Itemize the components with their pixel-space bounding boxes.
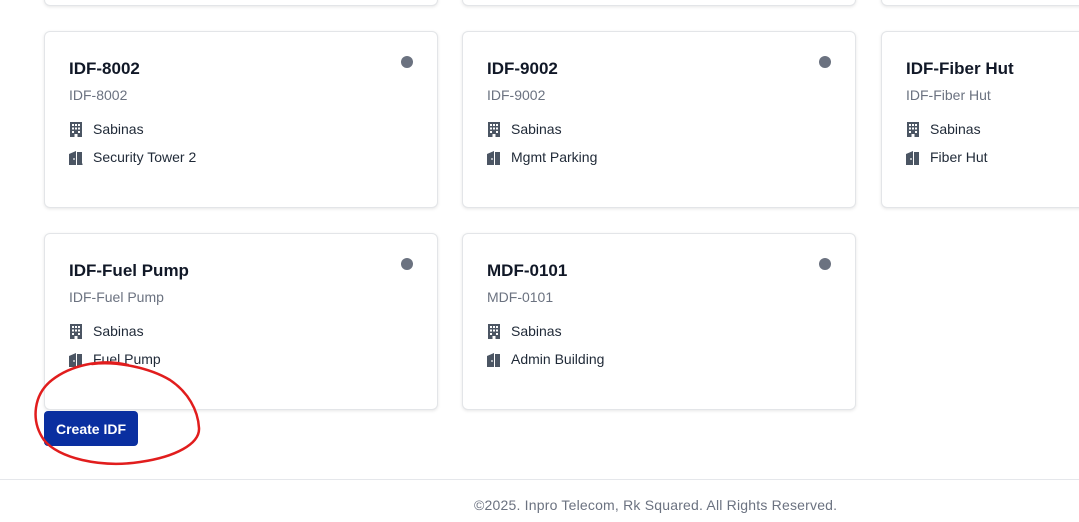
idf-card-location-label: Fuel Pump [93, 351, 161, 367]
idf-card-subtitle: IDF-Fiber Hut [906, 87, 991, 103]
idf-card-location: Mgmt Parking [487, 149, 597, 165]
idf-card-title: IDF-Fuel Pump [69, 261, 189, 280]
footer-divider [0, 479, 1079, 480]
idf-card-location: Fuel Pump [69, 351, 161, 367]
idf-card-location-label: Fiber Hut [930, 149, 988, 165]
door-icon [69, 352, 82, 367]
door-icon [69, 150, 83, 165]
idf-card-partial[interactable] [881, 0, 1079, 6]
idf-card-partial[interactable] [44, 0, 438, 6]
idf-card-site: Sabinas [487, 121, 562, 137]
idf-card-site-label: Sabinas [930, 121, 981, 137]
idf-card-site-label: Sabinas [93, 121, 144, 137]
idf-card-location: Security Tower 2 [69, 149, 196, 165]
idf-card-site-label: Sabinas [93, 323, 144, 339]
door-icon [906, 150, 919, 165]
idf-card-site: Sabinas [906, 121, 981, 137]
idf-card[interactable]: MDF-0101 MDF-0101 Sabinas Admin Building [462, 233, 856, 410]
idf-card-title: MDF-0101 [487, 261, 568, 280]
idf-card-title: IDF-8002 [69, 59, 140, 78]
door-icon [487, 150, 500, 165]
status-dot [819, 56, 831, 68]
idf-card-site: Sabinas [487, 323, 562, 339]
idf-card-subtitle: IDF-Fuel Pump [69, 289, 164, 305]
status-dot [401, 56, 413, 68]
building-icon [907, 121, 919, 137]
idf-card-title: IDF-9002 [487, 59, 558, 78]
idf-card-title: IDF-Fiber Hut [906, 59, 1014, 78]
status-dot [401, 258, 413, 270]
idf-card[interactable]: IDF-9002 IDF-9002 Sabinas Mgmt Parking [462, 31, 856, 208]
create-idf-button[interactable]: Create IDF [44, 411, 138, 446]
door-icon [487, 352, 500, 367]
idf-card-subtitle: MDF-0101 [487, 289, 554, 305]
idf-card-site-label: Sabinas [511, 121, 562, 137]
idf-card-site-label: Sabinas [511, 323, 562, 339]
idf-card-partial[interactable] [462, 0, 856, 6]
idf-card-subtitle: IDF-8002 [69, 87, 128, 103]
building-icon [70, 323, 82, 339]
footer-copyright: ©2025. Inpro Telecom, Rk Squared. All Ri… [474, 497, 838, 513]
idf-card[interactable]: IDF-Fuel Pump IDF-Fuel Pump Sabinas Fuel… [44, 233, 438, 410]
idf-card-site: Sabinas [69, 121, 144, 137]
building-icon [488, 121, 500, 137]
idf-card[interactable]: IDF-8002 IDF-8002 Sabinas Security Tower… [44, 31, 438, 208]
idf-card-site: Sabinas [69, 323, 144, 339]
building-icon [70, 121, 82, 137]
idf-card-location: Admin Building [487, 351, 604, 367]
idf-card-subtitle: IDF-9002 [487, 87, 546, 103]
idf-card-location-label: Mgmt Parking [511, 149, 598, 165]
idf-card-location: Fiber Hut [906, 149, 988, 165]
building-icon [488, 323, 500, 339]
idf-card[interactable]: IDF-Fiber Hut IDF-Fiber Hut Sabinas Fibe… [881, 31, 1079, 208]
idf-card-location-label: Admin Building [511, 351, 605, 367]
idf-card-location-label: Security Tower 2 [93, 149, 197, 165]
status-dot [819, 258, 831, 270]
